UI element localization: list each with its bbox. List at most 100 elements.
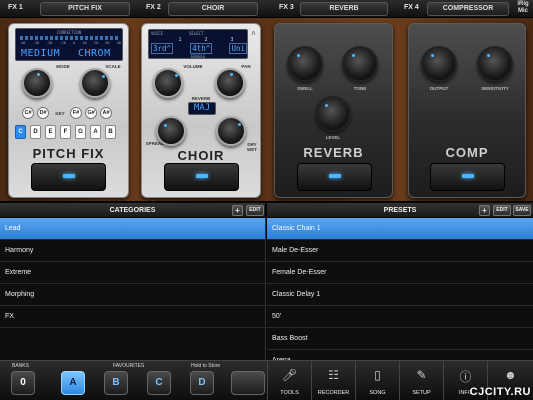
- pitch-fix-footswitch[interactable]: [31, 163, 106, 191]
- category-item-harmony[interactable]: Harmony: [0, 240, 265, 262]
- favourites-label: FAVOURITES: [113, 363, 145, 369]
- key-c-button[interactable]: C: [15, 125, 26, 139]
- banks-label: BANKS: [12, 363, 29, 369]
- comp-title: COMP: [445, 145, 489, 160]
- key-f-sharp-button[interactable]: F#: [70, 107, 82, 119]
- add-preset-button[interactable]: +: [479, 205, 490, 216]
- key-b-button[interactable]: B: [105, 125, 116, 139]
- edit-presets-button[interactable]: EDIT: [493, 205, 511, 216]
- scale-tick: -40: [19, 41, 26, 45]
- voice-3-interval[interactable]: Uni: [229, 43, 247, 54]
- song-button[interactable]: ▯ SONG: [355, 361, 399, 400]
- scale-knob-label: SCALE: [105, 64, 121, 69]
- fx3-slot-button[interactable]: REVERB: [300, 2, 388, 16]
- volume-knob-label: VOLUME: [183, 64, 203, 69]
- mode-knob-label: MODE: [56, 64, 70, 69]
- swell-knob-label: SWELL: [297, 86, 313, 91]
- output-knob[interactable]: [421, 46, 457, 82]
- volume-knob[interactable]: [153, 68, 183, 98]
- swell-knob[interactable]: [287, 46, 323, 82]
- voice-2-interval[interactable]: 4th^: [190, 43, 213, 54]
- tools-button[interactable]: 🎤︎ TOOLS: [267, 361, 311, 400]
- recorder-button[interactable]: ☷ RECORDER: [311, 361, 355, 400]
- pan-knob-label: PAN: [241, 64, 251, 69]
- spread-knob[interactable]: [156, 116, 186, 146]
- favourite-store-slot[interactable]: [231, 371, 265, 395]
- preset-item[interactable]: Classic Chain 1: [267, 218, 533, 240]
- key-e-button[interactable]: E: [45, 125, 56, 139]
- favourite-b-button[interactable]: B: [104, 371, 128, 395]
- favourite-c-button[interactable]: C: [147, 371, 171, 395]
- favourite-a-button[interactable]: A: [61, 371, 85, 395]
- tone-knob[interactable]: [342, 46, 378, 82]
- choir-voice-display: VOICE SELECT 1 2 3 3rd^ 4th^ Uni ENABLE: [148, 29, 248, 59]
- song-label: SONG: [369, 390, 386, 396]
- fx2-slot-button[interactable]: CHOIR: [168, 2, 258, 16]
- fx4-slot-button[interactable]: COMPRESSOR: [427, 2, 509, 16]
- scale-knob[interactable]: [80, 68, 110, 98]
- setup-button[interactable]: ✎ SETUP: [399, 361, 443, 400]
- key-a-sharp-button[interactable]: A#: [100, 107, 112, 119]
- comp-footswitch[interactable]: [430, 163, 505, 191]
- edit-categories-button[interactable]: EDIT: [246, 205, 264, 216]
- info-icon: ⓘ: [459, 370, 472, 384]
- pan-knob[interactable]: [215, 68, 245, 98]
- setup-label: SETUP: [412, 390, 431, 396]
- preset-item[interactable]: Arena: [267, 350, 533, 360]
- pitch-scale-readout: CHROM: [78, 48, 111, 59]
- category-item-extreme[interactable]: Extreme: [0, 262, 265, 284]
- choir-footswitch[interactable]: [164, 163, 239, 191]
- voice-intervals: 3rd^ 4th^ Uni: [151, 43, 247, 54]
- reverb-pedal: SWELL TONE LEVEL REVERB: [274, 23, 393, 198]
- key-d-sharp-button[interactable]: D#: [37, 107, 49, 119]
- choir-title: CHOIR: [177, 148, 225, 163]
- sensitivity-knob[interactable]: [477, 46, 513, 82]
- category-item-fx[interactable]: FX: [0, 306, 265, 328]
- scale-tick: 40: [116, 41, 121, 45]
- device-icon: ▯: [374, 368, 381, 382]
- scale-tick: -30: [32, 41, 39, 45]
- key-f-button[interactable]: F: [60, 125, 71, 139]
- scale-tick: 30: [105, 41, 110, 45]
- preset-item[interactable]: Male De-Esser: [267, 240, 533, 262]
- level-knob[interactable]: [315, 96, 351, 132]
- scale-tick: -20: [46, 41, 53, 45]
- irig-mic-badge[interactable]: iRig Mic: [515, 1, 531, 15]
- fx1-slot-button[interactable]: PITCH FIX: [40, 2, 130, 16]
- key-a-button[interactable]: A: [90, 125, 101, 139]
- pedal-board: CORRECTION -40 -30 -20 -10 0 10 20 30 40…: [0, 18, 533, 202]
- key-g-sharp-button[interactable]: G#: [85, 107, 97, 119]
- key-g-button[interactable]: G: [75, 125, 86, 139]
- voice-scroll-up-icon[interactable]: ˄: [249, 29, 258, 59]
- favourite-d-button[interactable]: D: [190, 371, 214, 395]
- bank-selector[interactable]: 0: [11, 371, 35, 395]
- key-d-button[interactable]: D: [30, 125, 41, 139]
- pitch-mode-readout: MEDIUM: [21, 48, 61, 59]
- choir-mode-display[interactable]: MAJ: [188, 102, 216, 115]
- recorder-label: RECORDER: [317, 390, 350, 396]
- key-c-sharp-button[interactable]: C#: [22, 107, 34, 119]
- preset-item[interactable]: 50': [267, 306, 533, 328]
- comp-led: [461, 174, 474, 178]
- presets-list: Classic Chain 1 Male De-Esser Female De-…: [267, 218, 533, 360]
- pitch-fix-display: CORRECTION -40 -30 -20 -10 0 10 20 30 40…: [15, 28, 123, 61]
- choir-led: [195, 174, 208, 178]
- drywet-knob[interactable]: [216, 116, 246, 146]
- reverb-footswitch[interactable]: [297, 163, 372, 191]
- category-item-lead[interactable]: Lead: [0, 218, 265, 240]
- fx-chain-bar: FX 1 PITCH FIX FX 2 CHOIR FX 3 REVERB FX…: [0, 0, 533, 18]
- select-label: SELECT: [189, 31, 204, 36]
- pitch-fix-led: [62, 174, 75, 178]
- preset-item[interactable]: Bass Boost: [267, 328, 533, 350]
- mode-knob[interactable]: [22, 68, 52, 98]
- category-item-morphing[interactable]: Morphing: [0, 284, 265, 306]
- preset-item[interactable]: Classic Delay 1: [267, 284, 533, 306]
- categories-title: CATEGORIES: [109, 207, 156, 214]
- bottom-toolbar: BANKS 0 FAVOURITES Hold to Store A B C D…: [0, 360, 533, 400]
- fx3-label: FX 3: [279, 4, 294, 11]
- voice-1-interval[interactable]: 3rd^: [151, 43, 174, 54]
- save-preset-button[interactable]: SAVE: [513, 205, 531, 216]
- preset-item[interactable]: Female De-Esser: [267, 262, 533, 284]
- sensitivity-knob-label: SENSITIVITY: [481, 86, 509, 91]
- add-category-button[interactable]: +: [232, 205, 243, 216]
